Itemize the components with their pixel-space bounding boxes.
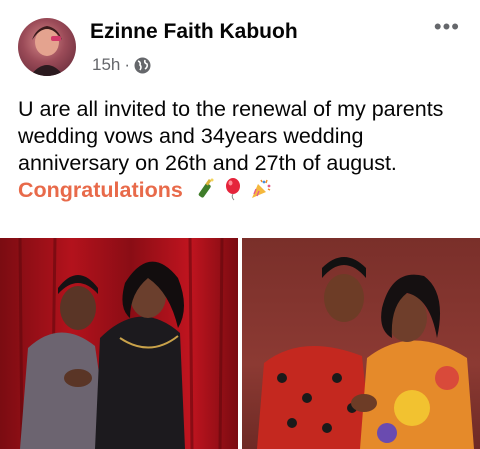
couple-photo-traditional-attire[interactable]	[242, 238, 480, 449]
photo-grid	[0, 238, 480, 449]
post-body: U are all invited to the renewal of my p…	[18, 97, 444, 175]
congratulations-highlight: Congratulations	[18, 178, 183, 202]
red-balloon-icon	[221, 177, 245, 208]
author-avatar[interactable]	[18, 18, 76, 76]
more-options-icon[interactable]: •••	[434, 14, 460, 40]
post-meta: 15h ·	[92, 55, 151, 75]
post-text: U are all invited to the renewal of my p…	[18, 96, 466, 208]
party-popper-icon	[249, 177, 273, 208]
champagne-bottle-icon	[193, 177, 217, 208]
post-header: Ezinne Faith Kabuoh 15h · •••	[0, 0, 480, 90]
post-time[interactable]: 15h	[92, 55, 120, 75]
couple-photo-red-curtain[interactable]	[0, 238, 238, 449]
author-name[interactable]: Ezinne Faith Kabuoh	[90, 20, 298, 44]
meta-separator: ·	[124, 55, 131, 74]
globe-icon[interactable]	[134, 57, 151, 74]
